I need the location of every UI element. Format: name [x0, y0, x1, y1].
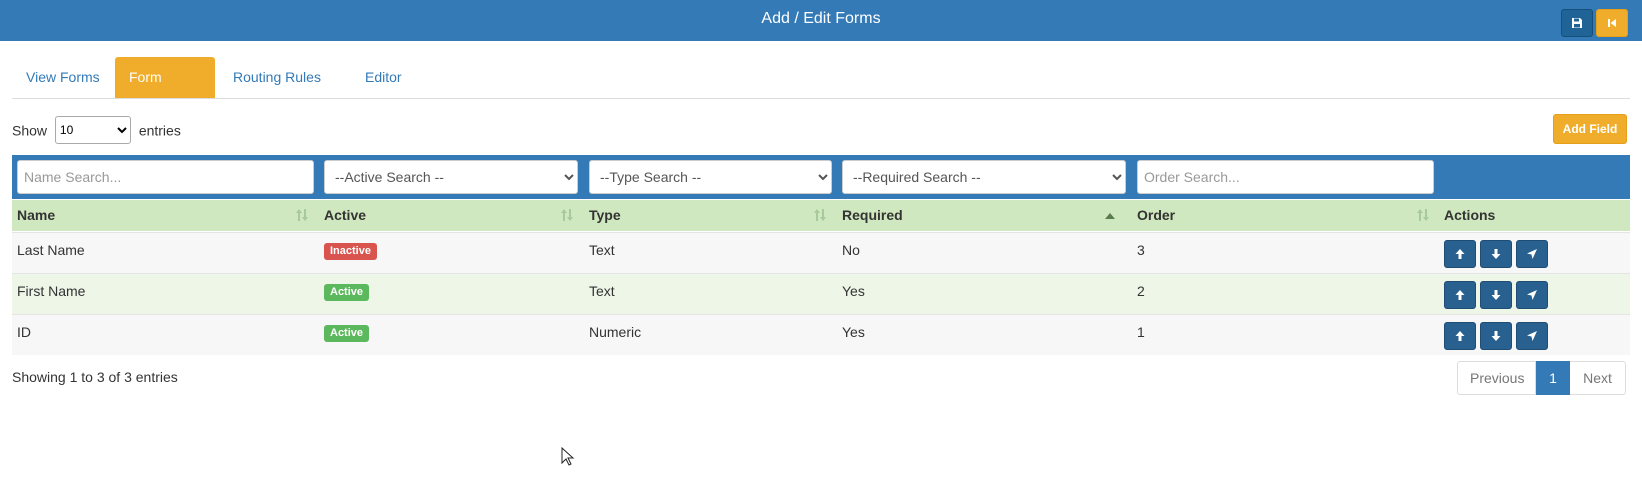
top-bar: Add / Edit Forms — [0, 0, 1642, 41]
cell-name: Last Name — [17, 242, 85, 258]
sort-both-icon — [561, 209, 573, 221]
entries-label: entries — [138, 122, 181, 139]
column-header-type[interactable]: Type — [589, 200, 621, 231]
arrow-up-icon — [1455, 331, 1465, 341]
move-up-button[interactable] — [1444, 322, 1476, 350]
save-icon — [1572, 18, 1582, 28]
column-header-order[interactable]: Order — [1137, 200, 1175, 231]
location-arrow-icon — [1527, 290, 1537, 300]
cell-order: 1 — [1137, 324, 1145, 340]
previous-page-button[interactable]: Previous — [1457, 361, 1536, 395]
sort-both-icon — [296, 209, 308, 221]
order-search-input[interactable] — [1137, 160, 1434, 194]
tab-routing-rules[interactable]: Routing Rules — [219, 57, 335, 98]
tab-editor[interactable]: Editor — [351, 57, 421, 98]
add-field-button[interactable]: Add Field — [1553, 114, 1627, 144]
required-search-select[interactable]: --Required Search -- — [842, 160, 1126, 194]
location-arrow-icon — [1527, 249, 1537, 259]
table-row: ID Active Numeric Yes 1 — [12, 314, 1630, 355]
move-up-button[interactable] — [1444, 281, 1476, 309]
type-search-select[interactable]: --Type Search -- — [589, 160, 832, 194]
arrow-down-icon — [1491, 249, 1501, 259]
cell-type: Text — [589, 242, 615, 258]
mouse-cursor-icon — [561, 447, 575, 466]
arrow-down-icon — [1491, 290, 1501, 300]
cell-required: No — [842, 242, 860, 258]
page-length-control: Show 10 entries — [12, 114, 181, 145]
cell-order: 3 — [1137, 242, 1145, 258]
cell-name: First Name — [17, 283, 86, 299]
page-title: Add / Edit Forms — [761, 10, 881, 27]
active-search-select[interactable]: --Active Search -- — [324, 160, 578, 194]
table-row: Last Name Inactive Text No 3 — [12, 232, 1630, 273]
location-arrow-icon — [1527, 331, 1537, 341]
sort-both-icon — [1417, 209, 1429, 221]
column-header-actions: Actions — [1444, 207, 1496, 223]
navigate-button[interactable] — [1516, 240, 1548, 268]
arrow-down-icon — [1491, 331, 1501, 341]
tab-view-forms[interactable]: View Forms — [12, 57, 115, 98]
pagination: Previous 1 Next — [1457, 361, 1626, 395]
show-label: Show — [12, 122, 48, 139]
table-header: Name Active Type Required Order Actions — [12, 200, 1630, 231]
cell-order: 2 — [1137, 283, 1145, 299]
tab-bar: View Forms Form Fields Routing Rules Edi… — [12, 57, 1630, 126]
page-1-button[interactable]: 1 — [1536, 361, 1570, 395]
page-length-select[interactable]: 10 — [54, 116, 131, 145]
status-badge: Active — [324, 325, 370, 342]
arrow-up-icon — [1455, 290, 1465, 300]
cell-type: Text — [589, 283, 615, 299]
cell-name: ID — [17, 324, 31, 340]
table-info: Showing 1 to 3 of 3 entries — [12, 369, 178, 385]
column-header-required[interactable]: Required — [842, 200, 903, 231]
column-header-name[interactable]: Name — [17, 200, 55, 231]
move-down-button[interactable] — [1480, 281, 1512, 309]
move-down-button[interactable] — [1480, 322, 1512, 350]
cell-type: Numeric — [589, 324, 642, 340]
back-button[interactable] — [1596, 9, 1628, 37]
tab-form-fields[interactable]: Form Fields — [115, 57, 215, 126]
navigate-button[interactable] — [1516, 281, 1548, 309]
save-button[interactable] — [1561, 9, 1593, 37]
filter-bar: --Active Search -- --Type Search -- --Re… — [12, 155, 1630, 199]
cell-required: Yes — [842, 324, 865, 340]
name-search-input[interactable] — [17, 160, 314, 194]
move-up-button[interactable] — [1444, 240, 1476, 268]
sort-asc-icon — [1105, 213, 1115, 219]
next-page-button[interactable]: Next — [1570, 361, 1626, 395]
status-badge: Active — [324, 284, 370, 301]
status-badge: Inactive — [324, 243, 377, 260]
column-header-active[interactable]: Active — [324, 200, 366, 231]
cell-required: Yes — [842, 283, 865, 299]
navigate-button[interactable] — [1516, 322, 1548, 350]
arrow-up-icon — [1455, 249, 1465, 259]
table-row: First Name Active Text Yes 2 — [12, 273, 1630, 314]
move-down-button[interactable] — [1480, 240, 1512, 268]
sort-both-icon — [814, 209, 826, 221]
skip-back-icon — [1608, 19, 1616, 27]
